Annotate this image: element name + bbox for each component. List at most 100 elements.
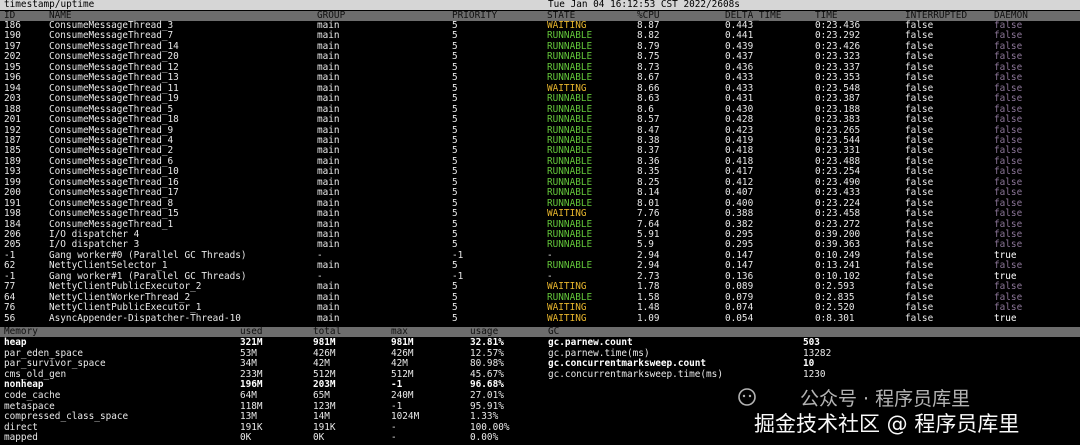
thread-group: main (317, 93, 340, 105)
memory-gc-header: Memory used total max usage GC (0, 327, 1080, 337)
thread-delta-time: 0.388 (725, 208, 754, 220)
thread-time: 0:23.458 (815, 208, 861, 220)
watermark-line2: 掘金技术社区 @ 程序员库里 (754, 412, 1020, 436)
thread-group: main (317, 302, 340, 314)
thread-priority: 5 (452, 114, 458, 126)
memory-row: compressed_class_space 13M 14M 1024M 1.33% (0, 412, 540, 423)
thread-interrupted: false (905, 93, 934, 105)
thread-group: main (317, 114, 340, 126)
table-row[interactable]: 76 NettyClientPublicExecutor_1 main 5 WAITIN… (0, 302, 1080, 314)
memory-row: heap 321M 981M 981M 32.81% (0, 337, 540, 349)
memory-total: 981M (313, 337, 336, 348)
col-memory: Memory (4, 326, 38, 337)
memory-name: mapped (4, 432, 38, 444)
col-gc: GC (548, 326, 560, 337)
memory-name: heap (4, 337, 27, 348)
thread-daemon: false (994, 114, 1023, 126)
table-row[interactable]: 56 AsyncAppender-Dispatcher-Thread-10 main… (0, 312, 1080, 324)
watermark-line1: 公众号 · 程序员库里 (800, 388, 971, 410)
thread-cpu: 7.76 (637, 208, 660, 220)
thread-group: main (317, 312, 340, 324)
memory-name: code_cache (4, 390, 61, 401)
thread-name: ConsumeMessageThread_18 (49, 114, 179, 126)
memory-usage: 32.81% (470, 337, 504, 348)
col-total: total (313, 326, 342, 337)
col-max: max (391, 326, 408, 337)
gc-row: gc.concurrentmarksweep.time(ms) 1230 (540, 368, 1080, 381)
memory-row: mapped 0K 0K - 0.00% (0, 433, 540, 444)
thread-cpu: 8.63 (637, 93, 660, 105)
thread-state: RUNNABLE (547, 93, 593, 105)
thread-name: ConsumeMessageThread_15 (49, 208, 179, 220)
memory-used: 64M (240, 390, 257, 401)
thread-name: ConsumeMessageThread_19 (49, 93, 179, 105)
thread-state: RUNNABLE (547, 114, 593, 126)
thread-state: WAITING (547, 302, 587, 314)
table-row[interactable]: 203 ConsumeMessageThread_19 main 5 RUNNABLE 8… (0, 93, 1080, 105)
thread-cpu: 1.09 (637, 312, 660, 324)
gc-metric-value: 1230 (803, 368, 826, 380)
thread-state: WAITING (547, 208, 587, 220)
thread-daemon: false (994, 93, 1023, 105)
thread-state: WAITING (547, 312, 587, 324)
memory-used: 0K (240, 432, 252, 444)
memory-row: code_cache 64M 65M 240M 27.01% (0, 390, 540, 402)
status-bar: timestamp/uptime Tue Jan 04 16:12:53 CST… (0, 0, 1080, 10)
thread-time: 0:23.383 (815, 114, 861, 126)
thread-group: main (317, 208, 340, 220)
thread-delta-time: 0.074 (725, 302, 754, 314)
memory-usage: 0.00% (470, 432, 499, 444)
thread-interrupted: false (905, 312, 934, 324)
thread-name: NettyClientPublicExecutor_1 (49, 302, 202, 314)
memory-max: 240M (391, 390, 414, 401)
thread-priority: 5 (452, 302, 458, 314)
memory-usage: 27.01% (470, 390, 504, 401)
memory-total: 0K (313, 432, 325, 444)
memory-row: nonheap 196M 203M -1 96.68% (0, 380, 540, 391)
memory-row: par_survivor_space 34M 42M 42M 80.98% (0, 359, 540, 370)
watermark: 公众号 · 程序员库里 掘金技术社区 @ 程序员库里 (728, 384, 1073, 440)
wechat-logo-icon (738, 388, 756, 406)
thread-delta-time: 0.431 (725, 93, 754, 105)
thread-id: 76 (4, 302, 16, 314)
status-bar-left: timestamp/uptime (4, 0, 95, 10)
thread-time: 0:2.520 (815, 302, 855, 314)
gc-metric-value: 503 (803, 337, 820, 348)
thread-id: 56 (4, 312, 16, 324)
table-row[interactable]: 201 ConsumeMessageThread_18 main 5 RUNNABLE 8… (0, 114, 1080, 126)
col-priority[interactable]: PRIORITY (452, 11, 497, 21)
thread-name: AsyncAppender-Dispatcher-Thread-10 (49, 312, 241, 324)
gc-row: gc.parnew.count 503 (540, 337, 1080, 349)
thread-interrupted: false (905, 302, 934, 314)
thread-delta-time: 0.428 (725, 114, 754, 126)
status-bar-right: Tue Jan 04 16:12:53 CST 2022/2608s (548, 0, 740, 10)
thread-state: RUNNABLE (547, 239, 593, 251)
thread-interrupted: false (905, 208, 934, 220)
thread-priority: 5 (452, 93, 458, 105)
memory-row: direct 191K 191K -100.00% (0, 422, 540, 434)
thread-daemon: false (994, 208, 1023, 220)
thread-state: RUNNABLE (547, 260, 593, 272)
thread-daemon: true (994, 312, 1017, 324)
memory-max: 981M (391, 337, 414, 348)
col-usage: usage (470, 326, 499, 337)
thread-priority: 5 (452, 208, 458, 220)
thread-delta-time: 0.054 (725, 312, 754, 324)
col-used: used (240, 326, 263, 337)
thread-id: 201 (4, 114, 21, 126)
thread-priority: 5 (452, 312, 458, 324)
thread-cpu: 1.48 (637, 302, 660, 314)
memory-used: 321M (240, 337, 263, 348)
thread-interrupted: false (905, 114, 934, 126)
thread-cpu: 8.57 (637, 114, 660, 126)
table-row[interactable]: 198 ConsumeMessageThread_15 main 5 WAITING 7.… (0, 208, 1080, 220)
memory-max: - (391, 432, 397, 444)
thread-time: 0:23.387 (815, 93, 861, 105)
thread-time: 0:8.301 (815, 312, 855, 324)
thread-daemon: false (994, 302, 1023, 314)
thread-id: 203 (4, 93, 21, 105)
gc-metric-name: gc.concurrentmarksweep.time(ms) (548, 368, 723, 380)
memory-row: cms_old_gen 233M 512M 512M 45.67% (0, 369, 540, 381)
thread-id: 198 (4, 208, 21, 220)
memory-total: 65M (313, 390, 330, 401)
